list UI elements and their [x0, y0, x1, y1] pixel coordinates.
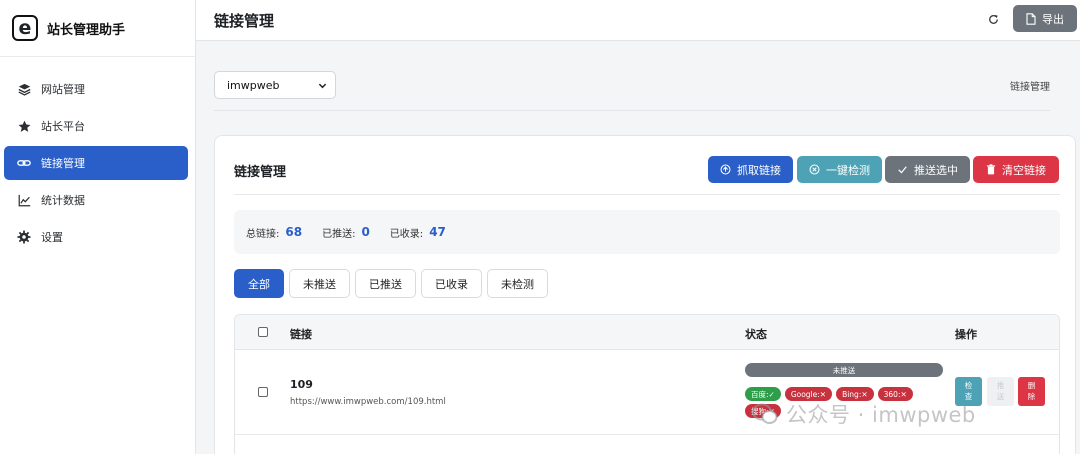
status-badge: 未推送 [745, 363, 943, 377]
watermark: 公众号 · imwpweb [752, 399, 976, 429]
chart-icon [17, 193, 31, 207]
push-selected-label: 推送选中 [914, 163, 958, 177]
sidebar: e 站长管理助手 网站管理 站长平台 链接管理 统计数据 设置 [0, 0, 196, 454]
stat-total: 总链接: 68 [246, 225, 302, 240]
check-char-1: 检 [964, 381, 973, 391]
stat-pushed-label: 已推送: [322, 228, 356, 240]
sidebar-item-label: 链接管理 [41, 157, 85, 170]
filter-not-pushed[interactable]: 未推送 [289, 269, 350, 298]
filter-indexed[interactable]: 已收录 [421, 269, 482, 298]
push-char-1: 推 [996, 381, 1005, 391]
push-selected-button[interactable]: 推送选中 [885, 156, 970, 183]
sidebar-item-sites[interactable]: 网站管理 [4, 72, 188, 106]
row-url[interactable]: https://www.imwpweb.com/109.html [290, 397, 446, 407]
brand-name: 站长管理助手 [47, 22, 126, 38]
export-button[interactable]: 导出 [1013, 5, 1077, 32]
watermark-text: 公众号 · imwpweb [786, 403, 976, 427]
fetch-links-button[interactable]: 抓取链接 [708, 156, 793, 183]
chevron-down-icon [318, 83, 327, 89]
delete-char-2: 除 [1027, 391, 1036, 401]
export-label: 导出 [1042, 12, 1064, 26]
table-header: 链接 状态 操作 [235, 315, 1059, 350]
delete-button[interactable]: 删 除 [1018, 377, 1045, 406]
file-icon [1026, 12, 1036, 25]
stat-indexed: 已收录: 47 [390, 225, 446, 240]
sidebar-item-settings[interactable]: 设置 [4, 220, 188, 254]
header-status: 状态 [745, 328, 767, 341]
card-divider [234, 194, 1060, 195]
brand[interactable]: e 站长管理助手 [0, 0, 195, 57]
filter-all[interactable]: 全部 [234, 269, 284, 298]
site-select-row: imwpweb 链接管理 [196, 41, 1080, 111]
filter-tabs: 全部 未推送 已推送 已收录 未检测 [234, 269, 548, 298]
check-all-button[interactable]: 一键检测 [797, 156, 882, 183]
delete-char-1: 删 [1027, 381, 1036, 391]
section-divider [214, 110, 1050, 111]
wechat-icon [752, 403, 778, 424]
sidebar-item-label: 网站管理 [41, 83, 85, 96]
card-title: 链接管理 [234, 165, 287, 180]
refresh-icon[interactable] [986, 12, 1000, 26]
push-char-2: 送 [996, 391, 1005, 401]
row-title: 109 [290, 378, 313, 391]
stat-pushed: 已推送: 0 [322, 225, 370, 240]
stat-pushed-value: 0 [361, 225, 370, 239]
header-ops: 操作 [955, 328, 977, 341]
clear-links-label: 清空链接 [1002, 163, 1046, 177]
stat-indexed-value: 47 [429, 225, 446, 239]
star-icon [17, 119, 31, 133]
gear-icon [17, 230, 31, 244]
page-title: 链接管理 [214, 12, 275, 30]
check-icon [898, 166, 907, 174]
fetch-links-label: 抓取链接 [737, 163, 781, 177]
stats-bar: 总链接: 68 已推送: 0 已收录: 47 [234, 210, 1060, 254]
app-root: e 站长管理助手 网站管理 站长平台 链接管理 统计数据 设置 链接管理 导出 … [0, 0, 1080, 454]
stat-total-value: 68 [285, 225, 303, 239]
sidebar-item-stats[interactable]: 统计数据 [4, 183, 188, 217]
select-all-checkbox[interactable] [258, 327, 268, 337]
circle-arrow-icon [720, 164, 731, 175]
sidebar-item-label: 统计数据 [41, 194, 85, 207]
stat-indexed-label: 已收录: [389, 228, 424, 240]
trash-icon [986, 164, 996, 175]
check-all-label: 一键检测 [826, 163, 870, 177]
logo-icon: e [12, 15, 38, 41]
filter-not-checked[interactable]: 未检测 [487, 269, 548, 298]
filter-pushed[interactable]: 已推送 [355, 269, 416, 298]
sidebar-item-links[interactable]: 链接管理 [4, 146, 188, 180]
sidebar-nav: 网站管理 站长平台 链接管理 统计数据 设置 [0, 57, 195, 254]
layers-icon [17, 82, 31, 96]
sidebar-item-label: 设置 [41, 231, 63, 244]
clear-links-button[interactable]: 清空链接 [973, 156, 1059, 183]
topbar: 链接管理 导出 [196, 0, 1080, 41]
links-table: 链接 状态 操作 109 https://www.imwpweb.com/109… [234, 314, 1060, 454]
sidebar-item-webmaster[interactable]: 站长平台 [4, 109, 188, 143]
sidebar-item-label: 站长平台 [41, 120, 85, 133]
site-select[interactable]: imwpweb [214, 71, 336, 99]
stat-total-label: 总链接: [246, 228, 280, 240]
breadcrumb: 链接管理 [1010, 82, 1050, 93]
site-select-value: imwpweb [227, 78, 280, 92]
circle-x-icon [809, 164, 820, 175]
header-link: 链接 [290, 328, 312, 341]
link-icon [17, 156, 31, 170]
row-checkbox[interactable] [258, 387, 268, 397]
push-button[interactable]: 推 送 [987, 377, 1014, 406]
